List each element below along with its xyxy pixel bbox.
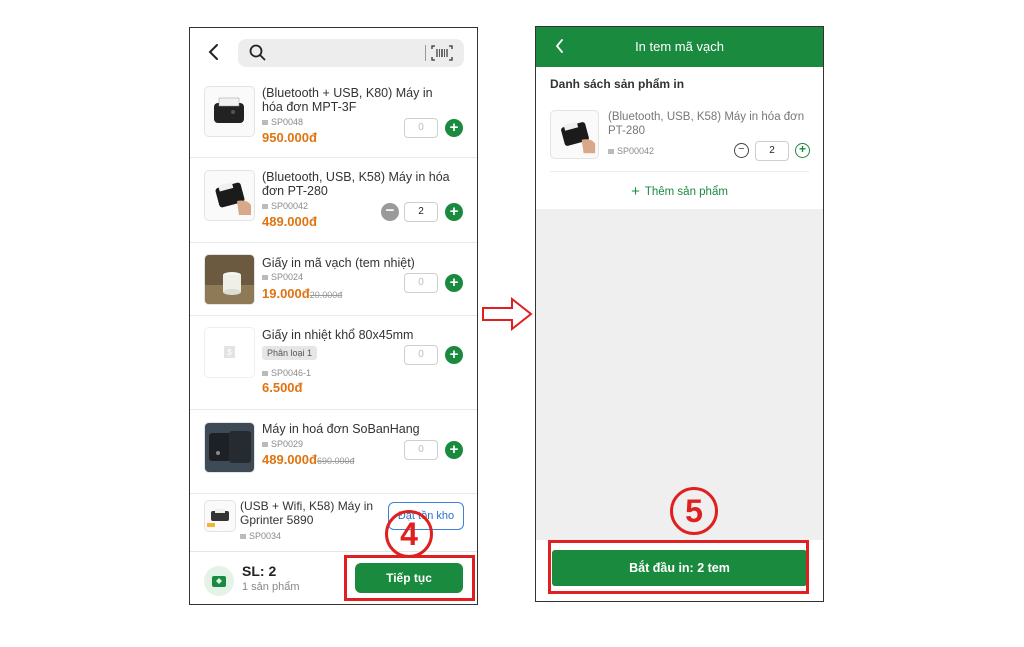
- list-item[interactable]: Máy in hoá đơn SoBanHang SP0029 489.000đ…: [190, 410, 477, 494]
- product-sku: SP00042: [608, 146, 654, 156]
- quantity-field[interactable]: 0: [404, 345, 438, 365]
- current-price: 19.000đ: [262, 286, 310, 301]
- search-bar: [190, 28, 477, 78]
- product-image: $: [204, 327, 255, 378]
- plus-icon: +: [631, 183, 640, 200]
- page-title: In tem mã vạch: [635, 39, 724, 54]
- product-sku: SP0048: [262, 117, 303, 127]
- highlight-box-step4: [344, 555, 475, 601]
- step-5-marker: 5: [670, 487, 718, 535]
- list-item[interactable]: (Bluetooth, USB, K58) Máy in hóa đơn PT-…: [190, 158, 477, 243]
- list-item[interactable]: (Bluetooth + USB, K80) Máy in hóa đơn MP…: [190, 78, 477, 158]
- section-title: Danh sách sản phẩm in: [550, 77, 685, 91]
- plus-icon[interactable]: +: [445, 203, 463, 221]
- cart-icon: [204, 566, 234, 596]
- divider: [550, 171, 809, 172]
- list-item[interactable]: (USB + Wifi, K58) Máy in Gprinter 5890 S…: [190, 494, 477, 554]
- quantity-field[interactable]: 0: [404, 118, 438, 138]
- add-product-label: Thêm sản phẩm: [644, 186, 728, 198]
- arrow-right-icon: [482, 297, 533, 331]
- product-image: [204, 170, 255, 221]
- product-price: 950.000đ: [262, 130, 317, 145]
- product-name: Máy in hoá đơn SoBanHang: [262, 422, 420, 436]
- selected-count: SL: 2: [242, 563, 277, 579]
- old-price: 690.000đ: [316, 456, 355, 466]
- product-sku: SP0029: [262, 439, 303, 449]
- print-list-card: Danh sách sản phẩm in (Bluetooth, USB, K…: [536, 67, 823, 209]
- plus-icon[interactable]: +: [445, 441, 463, 459]
- plus-icon[interactable]: +: [445, 274, 463, 292]
- product-image: [550, 110, 599, 159]
- plus-icon[interactable]: +: [445, 346, 463, 364]
- search-divider: [425, 45, 426, 61]
- search-icon: [249, 44, 266, 61]
- product-image: [204, 86, 255, 137]
- product-name: Giấy in nhiệt khổ 80x45mm: [262, 328, 414, 342]
- list-item[interactable]: $ Giấy in nhiệt khổ 80x45mm Phân loại 1 …: [190, 316, 477, 410]
- step-4-marker: 4: [385, 510, 433, 558]
- product-name: (Bluetooth, USB, K58) Máy in hóa đơn PT-…: [262, 170, 450, 198]
- product-price: 6.500đ: [262, 380, 303, 395]
- product-image: [204, 500, 236, 532]
- list-item[interactable]: Giấy in mã vạch (tem nhiệt) SP0024 19.00…: [190, 243, 477, 316]
- product-price: 19.000đ20.000đ: [262, 286, 342, 301]
- minus-icon[interactable]: −: [381, 203, 399, 221]
- svg-text:$: $: [227, 348, 232, 357]
- search-input[interactable]: [238, 39, 464, 67]
- product-select-screen: (Bluetooth + USB, K80) Máy in hóa đơn MP…: [189, 27, 478, 605]
- product-image: [204, 422, 255, 473]
- old-price: 20.000đ: [309, 290, 343, 300]
- back-icon[interactable]: [204, 40, 224, 64]
- product-price: 489.000đ: [262, 214, 317, 229]
- product-name: (USB + Wifi, K58) Máy in Gprinter 5890: [240, 499, 374, 527]
- product-image: [204, 254, 255, 305]
- product-name: Giấy in mã vạch (tem nhiệt): [262, 256, 415, 270]
- minus-icon[interactable]: −: [734, 143, 749, 158]
- add-product-button[interactable]: + Thêm sản phẩm: [536, 183, 823, 200]
- highlight-box-step5: [548, 540, 809, 594]
- variant-tag: Phân loại 1: [262, 346, 318, 360]
- quantity-field[interactable]: 0: [404, 273, 438, 293]
- plus-icon[interactable]: +: [795, 143, 810, 158]
- plus-icon[interactable]: +: [445, 119, 463, 137]
- product-list: (Bluetooth + USB, K80) Máy in hóa đơn MP…: [190, 78, 477, 554]
- current-price: 489.000đ: [262, 452, 317, 467]
- product-sku: SP0024: [262, 272, 303, 282]
- product-name: (Bluetooth + USB, K80) Máy in hóa đơn MP…: [262, 86, 433, 114]
- barcode-scan-icon[interactable]: [430, 44, 454, 62]
- quantity-field[interactable]: 2: [404, 202, 438, 222]
- header-bar: In tem mã vạch: [536, 27, 823, 67]
- selected-products-count: 1 sản phẩm: [242, 581, 300, 593]
- product-price: 489.000đ690.000đ: [262, 452, 354, 467]
- quantity-field[interactable]: 2: [755, 141, 789, 161]
- quantity-field[interactable]: 0: [404, 440, 438, 460]
- product-name: (Bluetooth, USB, K58) Máy in hóa đơn PT-…: [608, 111, 805, 137]
- product-sku: SP0046-1: [262, 368, 311, 378]
- product-sku: SP0034: [240, 531, 281, 541]
- product-sku: SP00042: [262, 201, 308, 211]
